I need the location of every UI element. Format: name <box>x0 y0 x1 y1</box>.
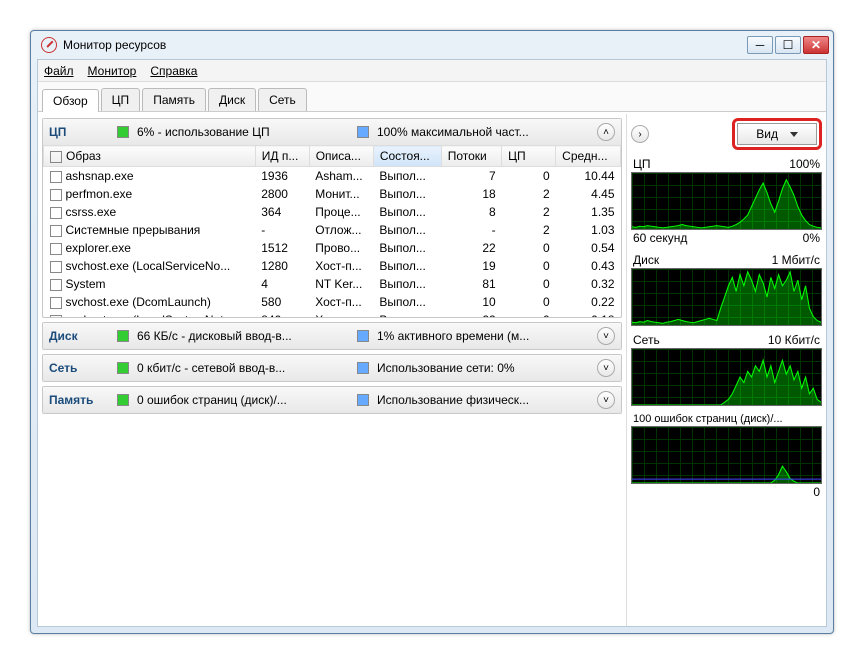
table-row[interactable]: ashsnap.exe1936Asham...Выпол...7010.44 <box>44 167 621 186</box>
view-button-label: Вид <box>756 127 778 141</box>
expand-button[interactable]: ˅ <box>597 359 615 377</box>
window-title: Монитор ресурсов <box>63 38 747 52</box>
right-panel: › Вид ЦП100% 60 секунд0% Диск1 Мб <box>626 114 826 626</box>
section-disk-header[interactable]: Диск 66 КБ/с - дисковый ввод-в... 1% акт… <box>43 323 621 349</box>
header-checkbox[interactable] <box>50 151 62 163</box>
net-io-stat: 0 кбит/с - сетевой ввод-в... <box>137 361 349 375</box>
green-square-icon <box>117 362 129 374</box>
table-row[interactable]: explorer.exe1512Прово...Выпол...2200.54 <box>44 239 621 257</box>
row-checkbox[interactable] <box>50 279 62 291</box>
section-network-title: Сеть <box>49 361 109 375</box>
network-chart <box>631 348 822 406</box>
expand-button[interactable]: ˅ <box>597 391 615 409</box>
row-checkbox[interactable] <box>50 171 62 183</box>
col-cpu[interactable]: ЦП <box>502 146 556 167</box>
tab-overview[interactable]: Обзор <box>42 89 99 112</box>
disk-io-stat: 66 КБ/с - дисковый ввод-в... <box>137 329 349 343</box>
graph-cpu: ЦП100% 60 секунд0% <box>631 156 822 246</box>
section-cpu: ЦП 6% - использование ЦП 100% максимальн… <box>42 118 622 318</box>
graph-disk: Диск1 Мбит/с <box>631 252 822 326</box>
row-checkbox[interactable] <box>50 243 62 255</box>
blue-square-icon <box>357 330 369 342</box>
menu-help[interactable]: Справка <box>150 64 197 78</box>
table-row[interactable]: svchost.exe (LocalServiceNo...1280Хост-п… <box>44 257 621 275</box>
table-row[interactable]: System4NT Ker...Выпол...8100.32 <box>44 275 621 293</box>
mem-usage-stat: Использование физическ... <box>377 393 589 407</box>
left-panel: ЦП 6% - использование ЦП 100% максимальн… <box>38 114 626 626</box>
section-cpu-header[interactable]: ЦП 6% - использование ЦП 100% максимальн… <box>43 119 621 145</box>
maximize-button[interactable]: ☐ <box>775 36 801 54</box>
client-area: Файл Монитор Справка Обзор ЦП Память Дис… <box>37 59 827 627</box>
col-threads[interactable]: Потоки <box>441 146 501 167</box>
col-image[interactable]: Образ <box>44 146 256 167</box>
blue-square-icon <box>357 126 369 138</box>
green-square-icon <box>117 126 129 138</box>
row-checkbox[interactable] <box>50 207 62 219</box>
dropdown-arrow-icon <box>790 132 798 137</box>
table-row[interactable]: perfmon.exe2800Монит...Выпол...1824.45 <box>44 185 621 203</box>
mem-faults-stat: 0 ошибок страниц (диск)/... <box>137 393 349 407</box>
window: Монитор ресурсов ─ ☐ ✕ Файл Монитор Спра… <box>30 30 834 634</box>
tabbar: Обзор ЦП Память Диск Сеть <box>38 82 826 112</box>
section-memory: Память 0 ошибок страниц (диск)/... Испол… <box>42 386 622 414</box>
section-network-header[interactable]: Сеть 0 кбит/с - сетевой ввод-в... Исполь… <box>43 355 621 381</box>
section-memory-title: Память <box>49 393 109 407</box>
panel-toggle-button[interactable]: › <box>631 125 649 143</box>
green-square-icon <box>117 330 129 342</box>
cpu-chart <box>631 172 822 230</box>
cpu-freq-stat: 100% максимальной част... <box>377 125 589 139</box>
menu-file[interactable]: Файл <box>44 64 74 78</box>
collapse-button[interactable]: ˄ <box>597 123 615 141</box>
menubar: Файл Монитор Справка <box>38 60 826 82</box>
graph-memory: 100 ошибок страниц (диск)/... 0 <box>631 412 822 500</box>
table-row[interactable]: svchost.exe (DcomLaunch)580Хост-п...Выпо… <box>44 293 621 311</box>
view-button-highlight: Вид <box>732 118 822 150</box>
view-button[interactable]: Вид <box>737 123 817 145</box>
blue-square-icon <box>357 394 369 406</box>
tab-cpu[interactable]: ЦП <box>101 88 141 111</box>
row-checkbox[interactable] <box>50 297 62 309</box>
table-row[interactable]: svchost.exe (LocalSystemNet...840Хост-п.… <box>44 311 621 317</box>
section-network: Сеть 0 кбит/с - сетевой ввод-в... Исполь… <box>42 354 622 382</box>
graph-network: Сеть10 Кбит/с <box>631 332 822 406</box>
col-avg[interactable]: Средн... <box>556 146 621 167</box>
row-checkbox[interactable] <box>50 261 62 273</box>
tab-memory[interactable]: Память <box>142 88 206 111</box>
tab-disk[interactable]: Диск <box>208 88 256 111</box>
cpu-table-wrap[interactable]: Образ ИД п... Описа... Состоя... Потоки … <box>43 145 621 317</box>
section-memory-header[interactable]: Память 0 ошибок страниц (диск)/... Испол… <box>43 387 621 413</box>
col-desc[interactable]: Описа... <box>309 146 373 167</box>
disk-active-stat: 1% активного времени (м... <box>377 329 589 343</box>
expand-button[interactable]: ˅ <box>597 327 615 345</box>
section-disk-title: Диск <box>49 329 109 343</box>
table-row[interactable]: csrss.exe364Проце...Выпол...821.35 <box>44 203 621 221</box>
row-checkbox[interactable] <box>50 315 62 317</box>
section-cpu-title: ЦП <box>49 125 109 139</box>
section-disk: Диск 66 КБ/с - дисковый ввод-в... 1% акт… <box>42 322 622 350</box>
col-state[interactable]: Состоя... <box>373 146 441 167</box>
minimize-button[interactable]: ─ <box>747 36 773 54</box>
memory-chart <box>631 426 822 484</box>
cpu-usage-stat: 6% - использование ЦП <box>137 125 349 139</box>
blue-square-icon <box>357 362 369 374</box>
close-button[interactable]: ✕ <box>803 36 829 54</box>
titlebar[interactable]: Монитор ресурсов ─ ☐ ✕ <box>31 31 833 59</box>
tab-network[interactable]: Сеть <box>258 88 307 111</box>
disk-chart <box>631 268 822 326</box>
green-square-icon <box>117 394 129 406</box>
app-icon <box>41 37 57 53</box>
row-checkbox[interactable] <box>50 225 62 237</box>
net-usage-stat: Использование сети: 0% <box>377 361 589 375</box>
col-pid[interactable]: ИД п... <box>255 146 309 167</box>
cpu-table: Образ ИД п... Описа... Состоя... Потоки … <box>43 145 621 317</box>
table-row[interactable]: Системные прерывания-Отлож...Выпол...-21… <box>44 221 621 239</box>
row-checkbox[interactable] <box>50 189 62 201</box>
menu-monitor[interactable]: Монитор <box>88 64 137 78</box>
